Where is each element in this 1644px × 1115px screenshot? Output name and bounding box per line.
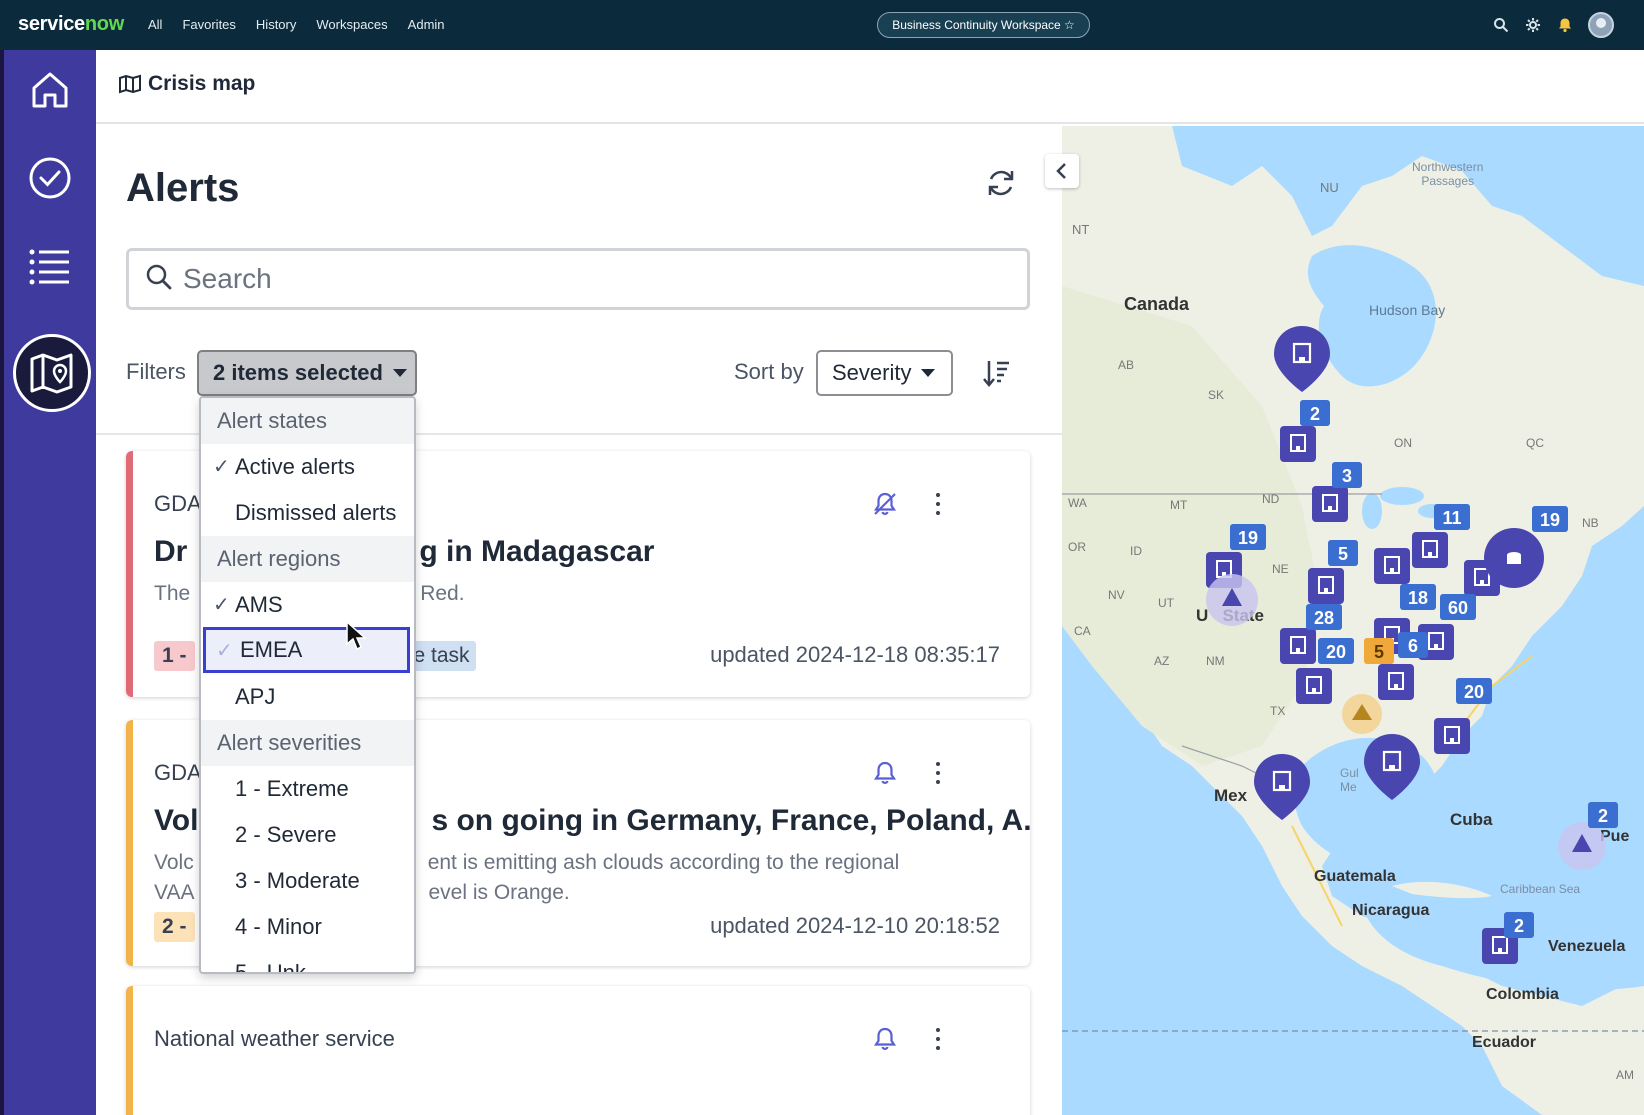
svg-text:5: 5 xyxy=(1338,544,1348,564)
menu-item-sev-unknown[interactable]: 5 - Unk xyxy=(201,950,414,972)
map-markers: 2 3 19 5 11 19 28 18 60 20 6 5 20 2 2 xyxy=(1205,324,1618,965)
servicenow-logo[interactable]: servicenow xyxy=(18,13,124,36)
bell-icon[interactable] xyxy=(1556,16,1574,34)
map-pin-icon xyxy=(30,353,73,394)
refresh-icon[interactable] xyxy=(984,166,1018,200)
alert-source: National weather service xyxy=(154,1026,395,1051)
caret-down-icon xyxy=(921,369,936,377)
workspace-pill[interactable]: Business Continuity Workspace ☆ xyxy=(877,12,1090,38)
svg-text:19: 19 xyxy=(1238,528,1258,548)
sortby-label: Sort by xyxy=(734,359,804,384)
menu-group-alert-severities: Alert severities xyxy=(201,720,414,766)
search-icon xyxy=(145,263,173,296)
severity-stripe xyxy=(126,720,133,966)
svg-text:5: 5 xyxy=(1374,642,1384,662)
checkmark-icon: ✓ xyxy=(216,640,233,662)
chevron-left-icon xyxy=(1056,163,1066,179)
search-input[interactable] xyxy=(183,263,1003,295)
menu-group-alert-states: Alert states xyxy=(201,398,414,444)
updated-timestamp: updated 2024-12-18 08:35:17 xyxy=(710,642,1000,667)
menu-item-sev-moderate[interactable]: 3 - Moderate xyxy=(201,858,414,904)
svg-text:2: 2 xyxy=(1514,916,1524,936)
svg-text:28: 28 xyxy=(1314,608,1334,628)
alert-source: GDA xyxy=(154,491,202,516)
top-icons xyxy=(1492,12,1614,38)
page-title: Crisis map xyxy=(148,72,256,95)
mouse-cursor xyxy=(345,620,367,657)
top-nav-menu: All Favorites History Workspaces Admin xyxy=(148,17,445,32)
left-rail xyxy=(0,50,96,1115)
search-icon[interactable] xyxy=(1492,16,1510,34)
sort-direction-icon[interactable] xyxy=(981,358,1011,388)
more-options-icon[interactable] xyxy=(930,491,946,517)
alert-source: GDA xyxy=(154,760,202,785)
user-avatar[interactable] xyxy=(1588,12,1614,38)
checkmark-icon: ✓ xyxy=(213,594,230,616)
menu-item-sev-minor[interactable]: 4 - Minor xyxy=(201,904,414,950)
updated-timestamp: updated 2024-12-10 20:18:52 xyxy=(710,913,1000,938)
svg-text:6: 6 xyxy=(1408,636,1418,656)
checkmark-icon: ✓ xyxy=(213,456,230,478)
alert-card[interactable]: National weather service xyxy=(126,986,1030,1115)
menu-item-dismissed-alerts[interactable]: Dismissed alerts xyxy=(201,490,414,536)
map-icon xyxy=(118,74,142,99)
svg-text:11: 11 xyxy=(1442,508,1461,528)
menu-item-apj[interactable]: APJ xyxy=(201,674,414,720)
more-options-icon[interactable] xyxy=(930,1026,946,1052)
search-box[interactable] xyxy=(126,248,1030,310)
severity-stripe xyxy=(126,451,133,697)
list-icon[interactable] xyxy=(22,238,78,294)
top-navigation-bar: servicenow All Favorites History Workspa… xyxy=(0,0,1644,50)
collapse-panel-button[interactable] xyxy=(1045,154,1079,188)
bell-icon[interactable] xyxy=(872,760,898,786)
bell-muted-icon[interactable] xyxy=(872,491,898,517)
crisis-map-nav-button[interactable] xyxy=(13,334,91,412)
sort-select[interactable]: Severity xyxy=(816,350,953,396)
more-options-icon[interactable] xyxy=(930,760,946,786)
svg-text:20: 20 xyxy=(1464,682,1484,702)
nav-admin[interactable]: Admin xyxy=(408,17,445,32)
menu-item-emea[interactable]: ✓ EMEA xyxy=(203,627,410,673)
filters-label: Filters xyxy=(126,359,186,384)
severity-badge: 2 - xyxy=(154,912,195,942)
caret-down-icon xyxy=(392,369,407,377)
menu-item-active-alerts[interactable]: ✓ Active alerts xyxy=(201,444,414,490)
menu-item-ams[interactable]: ✓ AMS xyxy=(201,582,414,628)
svg-text:60: 60 xyxy=(1448,598,1468,618)
filters-dropdown[interactable]: 2 items selected xyxy=(197,350,417,396)
svg-text:2: 2 xyxy=(1598,806,1608,826)
menu-group-alert-regions: Alert regions xyxy=(201,536,414,582)
svg-text:19: 19 xyxy=(1540,510,1560,530)
menu-item-sev-extreme[interactable]: 1 - Extreme xyxy=(201,766,414,812)
severity-badge: 1 - xyxy=(154,641,195,671)
menu-item-sev-severe[interactable]: 2 - Severe xyxy=(201,812,414,858)
severity-stripe xyxy=(126,986,133,1115)
crisis-map[interactable]: Northwestern Passages NU NT Canada Hudson… xyxy=(1062,126,1644,1115)
svg-text:3: 3 xyxy=(1342,466,1352,486)
home-icon[interactable] xyxy=(22,62,78,118)
svg-text:20: 20 xyxy=(1326,642,1346,662)
bell-icon[interactable] xyxy=(872,1026,898,1052)
nav-favorites[interactable]: Favorites xyxy=(182,17,235,32)
nav-history[interactable]: History xyxy=(256,17,296,32)
nav-workspaces[interactable]: Workspaces xyxy=(316,17,387,32)
nav-all[interactable]: All xyxy=(148,17,162,32)
alerts-title: Alerts xyxy=(126,166,240,210)
svg-text:2: 2 xyxy=(1310,404,1320,424)
svg-text:18: 18 xyxy=(1408,588,1428,608)
checkmark-circle-icon[interactable] xyxy=(22,150,78,206)
gear-icon[interactable] xyxy=(1524,16,1542,34)
page-header: Crisis map xyxy=(96,50,1644,124)
filters-menu: Alert states ✓ Active alerts Dismissed al… xyxy=(199,396,416,974)
